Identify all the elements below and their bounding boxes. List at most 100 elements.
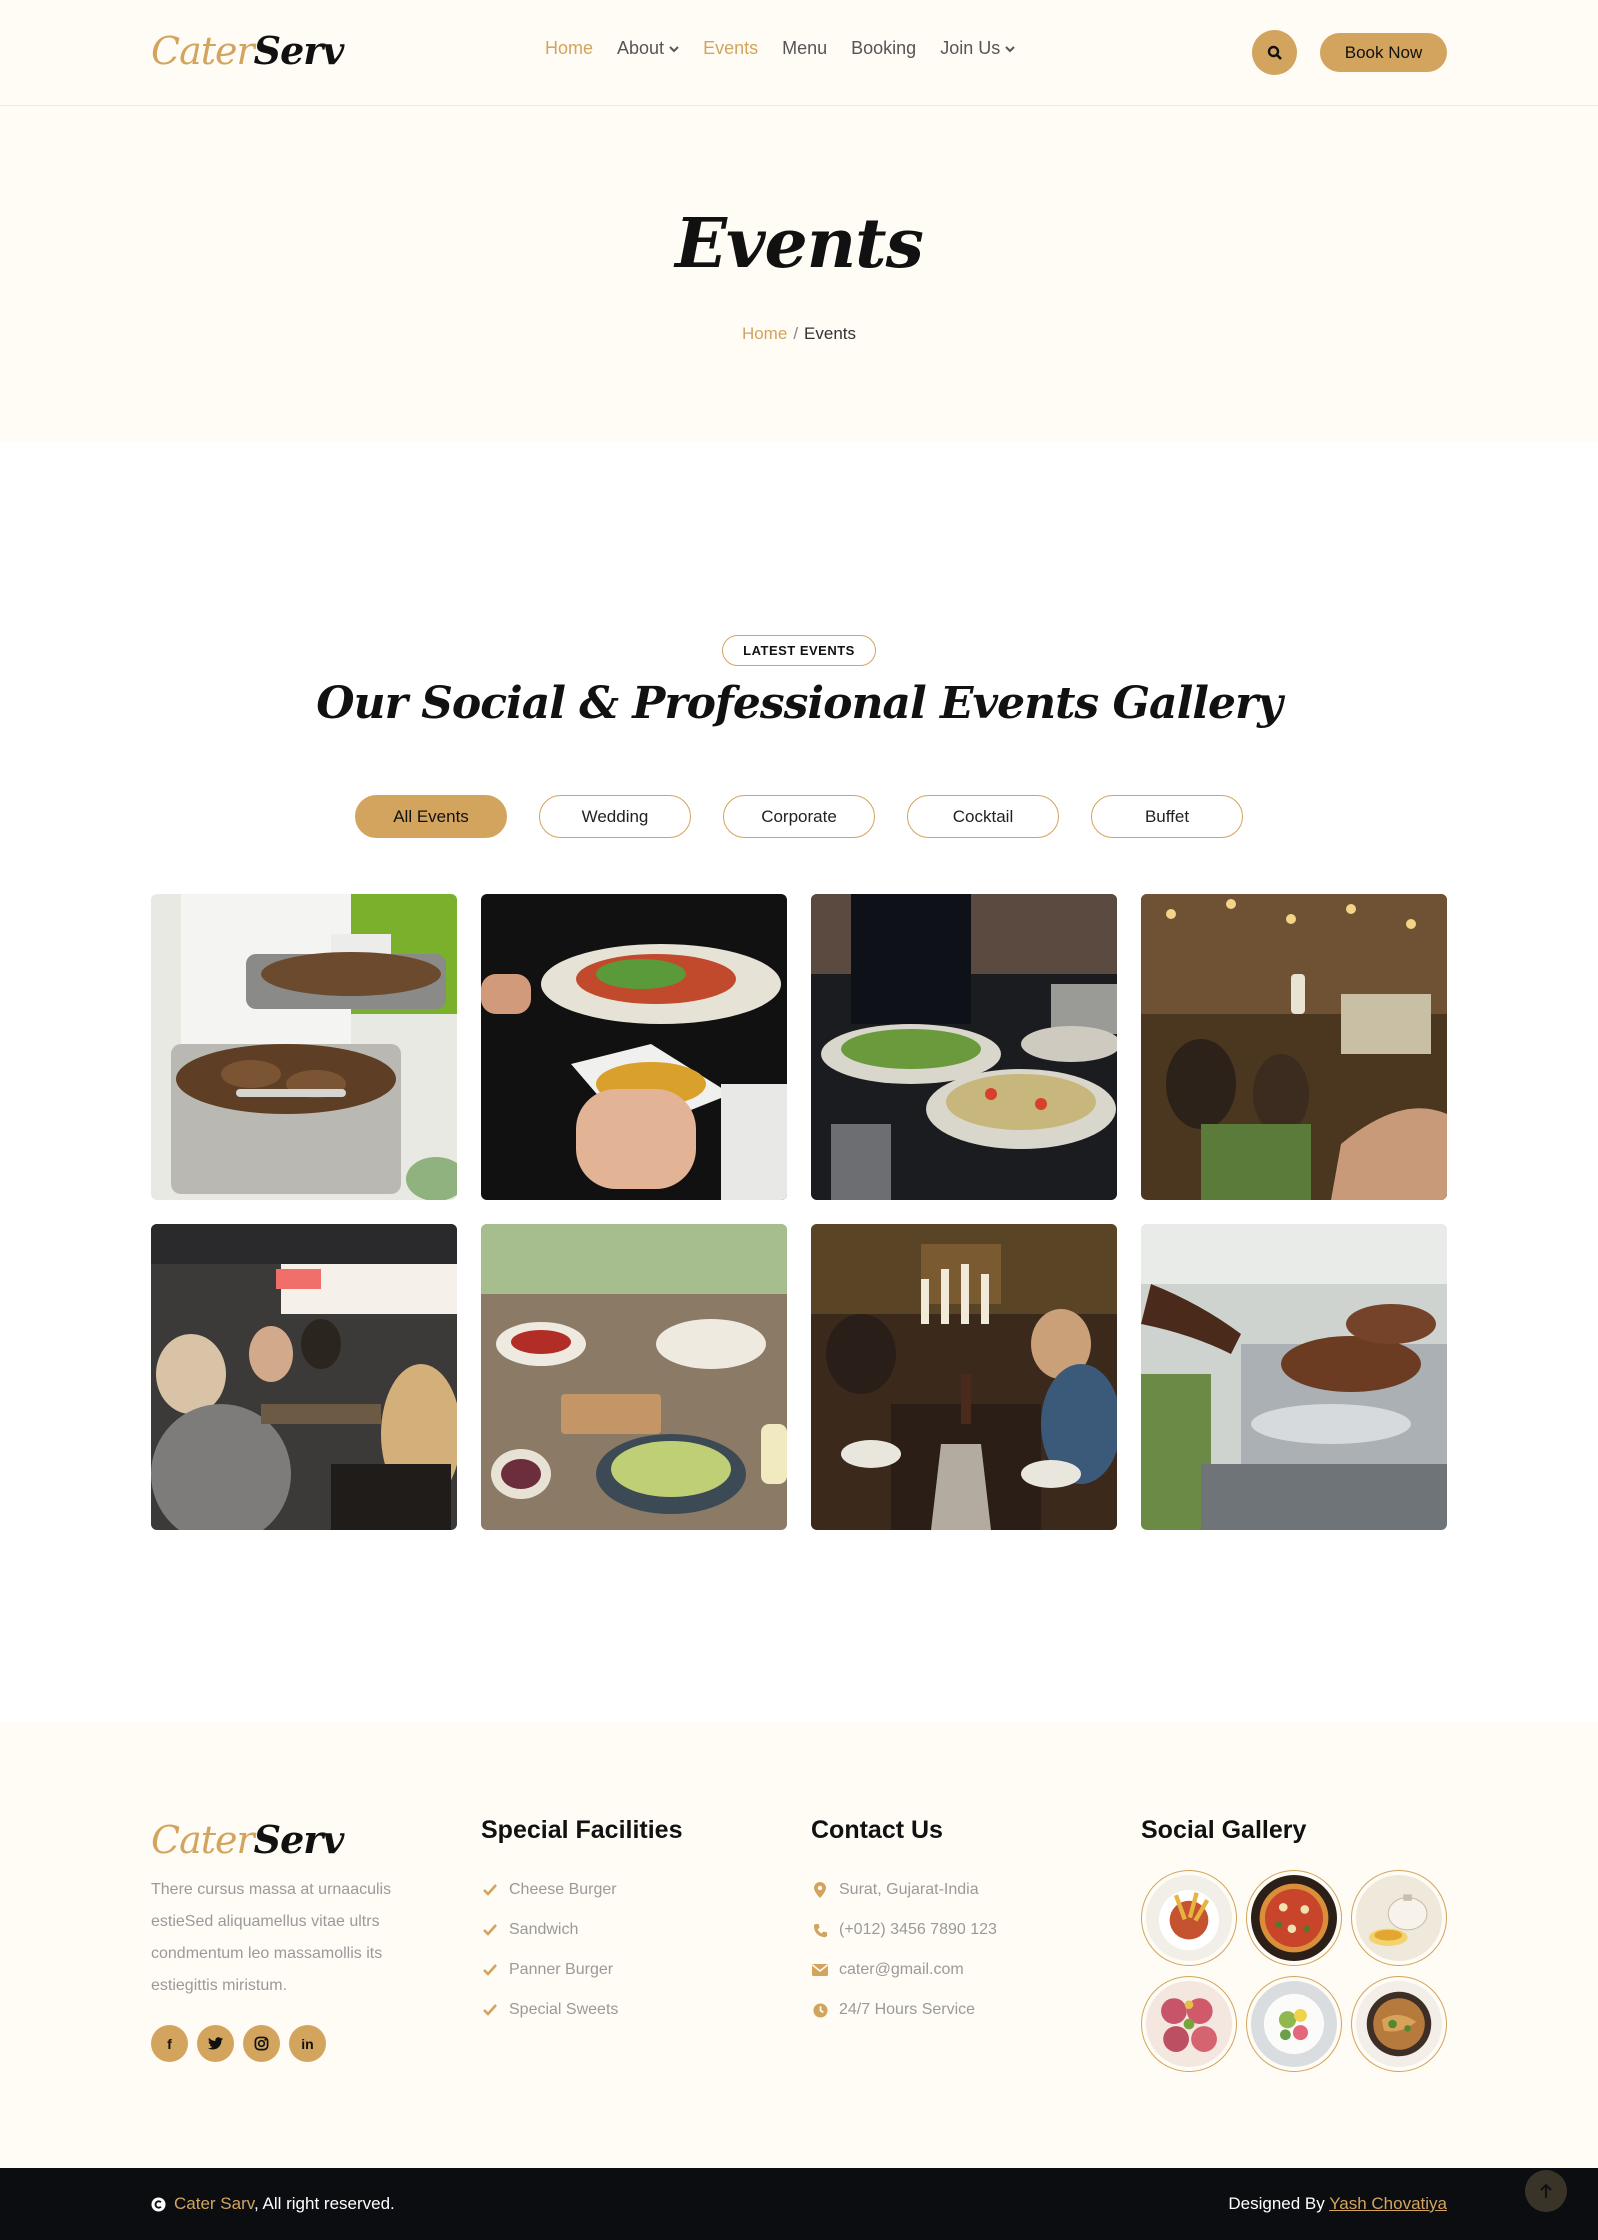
check-icon — [481, 1924, 499, 1936]
copyright-brand[interactable]: Cater Sarv — [174, 2194, 254, 2213]
check-icon — [481, 1964, 499, 1976]
salad-plate-image — [1251, 1981, 1337, 2067]
gallery-image[interactable] — [481, 1224, 787, 1530]
phone-icon — [811, 1923, 829, 1938]
gallery-image[interactable] — [811, 1224, 1117, 1530]
social-gallery-item[interactable] — [1141, 1976, 1237, 2072]
list-item[interactable]: Panner Burger — [481, 1950, 618, 1990]
filter-wedding[interactable]: Wedding — [539, 795, 691, 838]
appetizer-table-image — [481, 1224, 787, 1530]
site-logo[interactable]: CaterServ — [151, 28, 345, 73]
contact-address: Surat, Gujarat-India — [839, 1881, 979, 1898]
gallery-image[interactable] — [151, 1224, 457, 1530]
nav-booking[interactable]: Booking — [851, 38, 916, 59]
copyright-rights: , All right reserved. — [254, 2194, 395, 2213]
chevron-down-icon — [1005, 45, 1015, 52]
noodle-bowl-image — [1356, 1981, 1442, 2067]
waiter-salad-image — [811, 894, 1117, 1200]
facility-label: Sandwich — [509, 1921, 579, 1938]
nav-events[interactable]: Events — [703, 38, 758, 59]
footer-logo-part-2: Serv — [253, 1817, 345, 1862]
list-item[interactable]: Cheese Burger — [481, 1870, 618, 1910]
footer-logo[interactable]: CaterServ — [151, 1817, 345, 1862]
social-gallery-item[interactable] — [1246, 1976, 1342, 2072]
designer-credit: Designed By Yash Chovatiya — [1228, 2194, 1447, 2214]
party-toast-image — [1141, 894, 1447, 1200]
copyright-bar: Cater Sarv, All right reserved. Designed… — [0, 2168, 1598, 2240]
copyright-icon — [151, 2196, 166, 2212]
facilities-list: Cheese Burger Sandwich Panner Burger Spe… — [481, 1870, 618, 2030]
nav-about[interactable]: About — [617, 38, 679, 59]
nav-home-label: Home — [545, 38, 594, 58]
check-icon — [481, 1884, 499, 1896]
filter-buffet[interactable]: Buffet — [1091, 795, 1243, 838]
list-item[interactable]: cater@gmail.com — [811, 1950, 997, 1990]
nav-join-us[interactable]: Join Us — [940, 38, 1015, 59]
breadcrumb: Home / Events — [0, 324, 1598, 344]
social-gallery-title: Social Gallery — [1141, 1816, 1307, 1844]
social-gallery-item[interactable] — [1141, 1870, 1237, 1966]
nav-home[interactable]: Home — [545, 38, 593, 59]
filter-corporate[interactable]: Corporate — [723, 795, 875, 838]
list-item[interactable]: (+012) 3456 7890 123 — [811, 1910, 997, 1950]
filter-cocktail[interactable]: Cocktail — [907, 795, 1059, 838]
page-hero: Events Home / Events — [0, 106, 1598, 442]
facility-label: Cheese Burger — [509, 1881, 617, 1898]
designer-link[interactable]: Yash Chovatiya — [1329, 2194, 1447, 2213]
nav-booking-label: Booking — [851, 38, 917, 58]
instagram-icon[interactable] — [243, 2025, 280, 2062]
salad-serving-image — [481, 894, 787, 1200]
back-to-top-button[interactable] — [1525, 2170, 1567, 2212]
twitter-bird-glyph — [208, 2037, 223, 2050]
envelope-icon — [811, 1964, 829, 1976]
book-now-button[interactable]: Book Now — [1320, 33, 1447, 72]
logo-part-1: Cater — [151, 29, 255, 73]
page-title: Events — [675, 204, 924, 284]
breadcrumb-home[interactable]: Home — [742, 324, 787, 343]
copyright-text: Cater Sarv, All right reserved. — [151, 2194, 395, 2214]
nav-join-us-label: Join Us — [940, 38, 1001, 58]
gallery-image[interactable] — [481, 894, 787, 1200]
nav-menu-label: Menu — [782, 38, 828, 58]
gallery-image[interactable] — [151, 894, 457, 1200]
contact-phone: (+012) 3456 7890 123 — [839, 1921, 997, 1938]
contact-email: cater@gmail.com — [839, 1961, 964, 1978]
nav-menu[interactable]: Menu — [782, 38, 827, 59]
designed-by-label: Designed By — [1228, 2194, 1325, 2213]
list-item: Surat, Gujarat-India — [811, 1870, 997, 1910]
section-badge: LATEST EVENTS — [722, 635, 876, 666]
gallery-image[interactable] — [1141, 1224, 1447, 1530]
nav-about-label: About — [617, 38, 665, 58]
social-gallery-item[interactable] — [1246, 1870, 1342, 1966]
map-pin-icon — [811, 1882, 829, 1898]
contact-hours: 24/7 Hours Service — [839, 2001, 976, 2018]
search-button[interactable] — [1252, 30, 1297, 75]
site-header: CaterServ Home About Events Menu Booking… — [0, 0, 1598, 106]
list-item[interactable]: Sandwich — [481, 1910, 618, 1950]
contact-title: Contact Us — [811, 1816, 943, 1844]
logo-part-2: Serv — [253, 28, 345, 73]
tea-pot-image — [1356, 1875, 1442, 1961]
main-nav: Home About Events Menu Booking Join Us — [545, 38, 1015, 59]
arrow-up-icon — [1540, 2183, 1552, 2198]
instagram-glyph — [254, 2036, 269, 2051]
pizza-image — [1251, 1875, 1337, 1961]
social-gallery-item[interactable] — [1351, 1870, 1447, 1966]
footer-description: There cursus massa at urnaaculis estieSe… — [151, 1881, 392, 1994]
filter-all-events[interactable]: All Events — [355, 795, 507, 838]
facebook-icon[interactable]: f — [151, 2025, 188, 2062]
fries-dish-image — [1146, 1875, 1232, 1961]
salami-plate-image — [1146, 1981, 1232, 2067]
gallery-image[interactable] — [1141, 894, 1447, 1200]
social-gallery-item[interactable] — [1351, 1976, 1447, 2072]
footer-logo-part-1: Cater — [151, 1818, 255, 1862]
twitter-icon[interactable] — [197, 2025, 234, 2062]
linkedin-icon[interactable]: in — [289, 2025, 326, 2062]
friends-dining-image — [151, 1224, 457, 1530]
facilities-title: Special Facilities — [481, 1816, 683, 1844]
gallery-image[interactable] — [811, 894, 1117, 1200]
list-item[interactable]: Special Sweets — [481, 1990, 618, 2030]
check-icon — [481, 2004, 499, 2016]
social-links: f in — [151, 2025, 326, 2062]
facility-label: Panner Burger — [509, 1961, 614, 1978]
